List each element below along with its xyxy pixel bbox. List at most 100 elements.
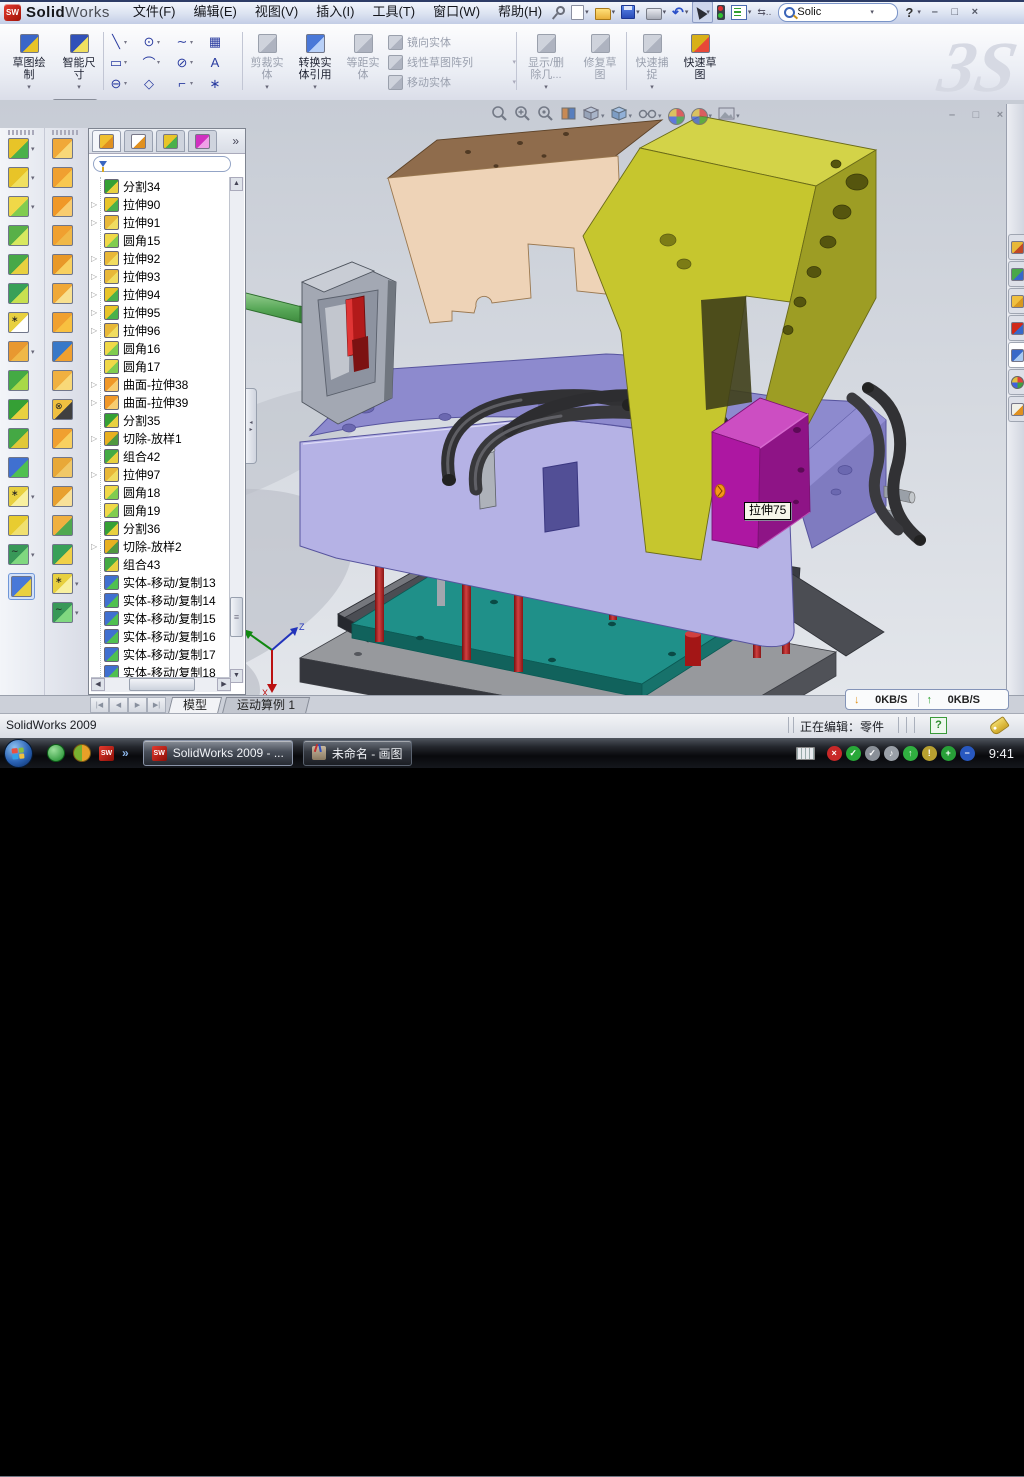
open-document-icon[interactable]: ▾ [593,2,618,22]
print-document-icon[interactable]: ▾ [644,2,669,22]
convert-entities-button[interactable]: 转换实 体引用▾ [292,28,338,96]
rib-icon[interactable]: ∗ [8,312,29,333]
solidworks-launcher-icon[interactable]: SW [99,746,114,761]
view-orientation-icon[interactable]: ▾ [583,105,605,127]
close-button[interactable]: × [965,4,985,21]
interference-lights-icon[interactable] [715,2,727,22]
doc-minimize-button[interactable]: – [940,107,964,123]
tree-item[interactable]: 实体-移动/复制15 [91,609,231,627]
spline-icon[interactable]: ∼▾ [174,32,207,53]
edit-appearance-icon[interactable] [668,108,685,125]
expand-arrow-icon[interactable]: ▷ [91,380,101,389]
point-icon[interactable]: ∗ [207,73,240,94]
new-document-icon[interactable]: ▾ [569,2,591,22]
filled-surface-icon[interactable] [52,515,73,536]
sketch-text-icon[interactable]: A [207,53,240,74]
menu-帮助(H)[interactable]: 帮助(H) [489,0,551,24]
swept-boss-icon[interactable] [8,283,29,304]
taskbar-clock[interactable]: 9:41 [989,746,1014,761]
zoom-to-fit-icon[interactable] [491,105,508,127]
help-dropdown-icon[interactable]: ▾ [917,8,921,16]
expand-arrow-icon[interactable]: ▷ [91,218,101,227]
expand-arrow-icon[interactable]: ▷ [91,434,101,443]
expand-arrow-icon[interactable]: ▷ [91,470,101,479]
split-icon[interactable] [8,399,29,420]
propertymanager-tab[interactable] [124,130,153,152]
doc-restore-button[interactable]: □ [964,107,988,123]
minimize-button[interactable]: – [925,4,945,21]
extruded-surface-icon[interactable] [52,196,73,217]
expand-arrow-icon[interactable]: ▷ [91,272,101,281]
volume-icon[interactable]: ♪ [884,746,899,761]
view-settings-icon[interactable]: ▾ [718,106,740,126]
pin-toolbar-icon[interactable] [554,2,567,22]
tree-item[interactable]: 实体-移动/复制16 [91,627,231,645]
trim-marquee-icon[interactable]: ▦ [207,32,240,53]
toolbar-grip[interactable] [52,130,78,135]
tree-item[interactable]: ▷拉伸96 [91,321,231,339]
fillet-icon[interactable]: ▾ [8,196,35,217]
system-update-icon[interactable]: ✓ [865,746,880,761]
quicklaunch-overflow-icon[interactable]: » [122,746,129,760]
restore-button[interactable]: □ [945,4,965,21]
search-box[interactable]: ▾ [778,3,898,22]
tree-item[interactable]: ▷拉伸97 [91,465,231,483]
ruled-surface-icon[interactable] [52,544,73,565]
rapid-sketch-button[interactable]: 快速草 图 [678,28,722,96]
planar-surface-icon[interactable] [52,312,73,333]
tree-item[interactable]: ▷拉伸93 [91,267,231,285]
tree-item[interactable]: 圆角16 [91,339,231,357]
tree-item[interactable]: ▷拉伸90 [91,195,231,213]
save-document-icon[interactable]: ▾ [619,2,642,22]
combine-bodies-icon[interactable] [8,370,29,391]
tree-item[interactable]: 分割36 [91,519,231,537]
tree-item[interactable]: ▷拉伸91 [91,213,231,231]
sketch-button[interactable]: 草图绘 制▾ [6,28,52,96]
centerpoint-arc-icon[interactable]: ⌒▾ [141,53,174,74]
status-tag-icon[interactable] [988,716,1010,736]
swept-surface-icon[interactable] [52,138,73,159]
apply-scene-icon[interactable]: ▾ [691,108,713,125]
tree-item[interactable]: ▷切除-放样2 [91,537,231,555]
straight-slot-icon[interactable]: ⊖▾ [108,73,141,94]
search-dropdown-icon[interactable]: ▾ [870,8,874,16]
tree-item[interactable]: 组合42 [91,447,231,465]
model-nav-button[interactable]: ▶ [128,697,147,713]
reference-plane-icon[interactable] [8,515,29,536]
circle-icon[interactable]: ⊙▾ [141,32,174,53]
helix-spiral-icon[interactable]: ∼▾ [52,602,79,623]
menu-窗口(W)[interactable]: 窗口(W) [424,0,489,24]
model-nav-button[interactable]: |◀ [90,697,109,713]
custom-properties-tab[interactable] [1008,396,1024,422]
panel-collapse-handle[interactable]: ◂▸ [246,388,257,464]
security-alert-icon[interactable]: × [827,746,842,761]
thicken-icon[interactable] [52,370,73,391]
search-input[interactable] [795,5,869,19]
expand-arrow-icon[interactable]: ▷ [91,326,101,335]
tree-item[interactable]: ▷切除-放样1 [91,429,231,447]
trim-surface-icon[interactable] [52,486,73,507]
tree-item[interactable]: ▷拉伸94 [91,285,231,303]
curves-icon[interactable]: ∼▾ [8,544,35,565]
tree-item[interactable]: 实体-移动/复制13 [91,573,231,591]
tree-horizontal-scrollbar[interactable]: ◀ ▶ [91,677,231,692]
messenger-icon[interactable] [47,744,65,762]
polygon-icon[interactable]: ◇ [141,73,174,94]
menu-插入(I)[interactable]: 插入(I) [307,0,363,24]
boundary-surface-icon[interactable] [52,254,73,275]
tree-item[interactable]: ▷曲面-拉伸38 [91,375,231,393]
extruded-boss-base-icon[interactable]: ▾ [8,138,35,159]
manager-tabs-overflow[interactable]: » [232,134,239,148]
power-eco-icon[interactable]: ↑ [903,746,918,761]
extend-surface-icon[interactable] [52,457,73,478]
toolbar-grip[interactable] [8,130,34,135]
lofted-surface-icon[interactable] [52,225,73,246]
solidworks-resources-tab[interactable] [1008,234,1024,260]
tree-item[interactable]: ▷拉伸95 [91,303,231,321]
toolbar-overflow-icon[interactable]: ⇆.. [755,2,773,22]
tree-item[interactable]: 组合43 [91,555,231,573]
model-tab-运动算例 1[interactable]: 运动算例 1 [222,697,310,714]
sketch-fillet-icon[interactable]: ⌐▾ [174,73,207,94]
corner-rectangle-icon[interactable]: ▭▾ [108,53,141,74]
tree-item[interactable]: 圆角15 [91,231,231,249]
